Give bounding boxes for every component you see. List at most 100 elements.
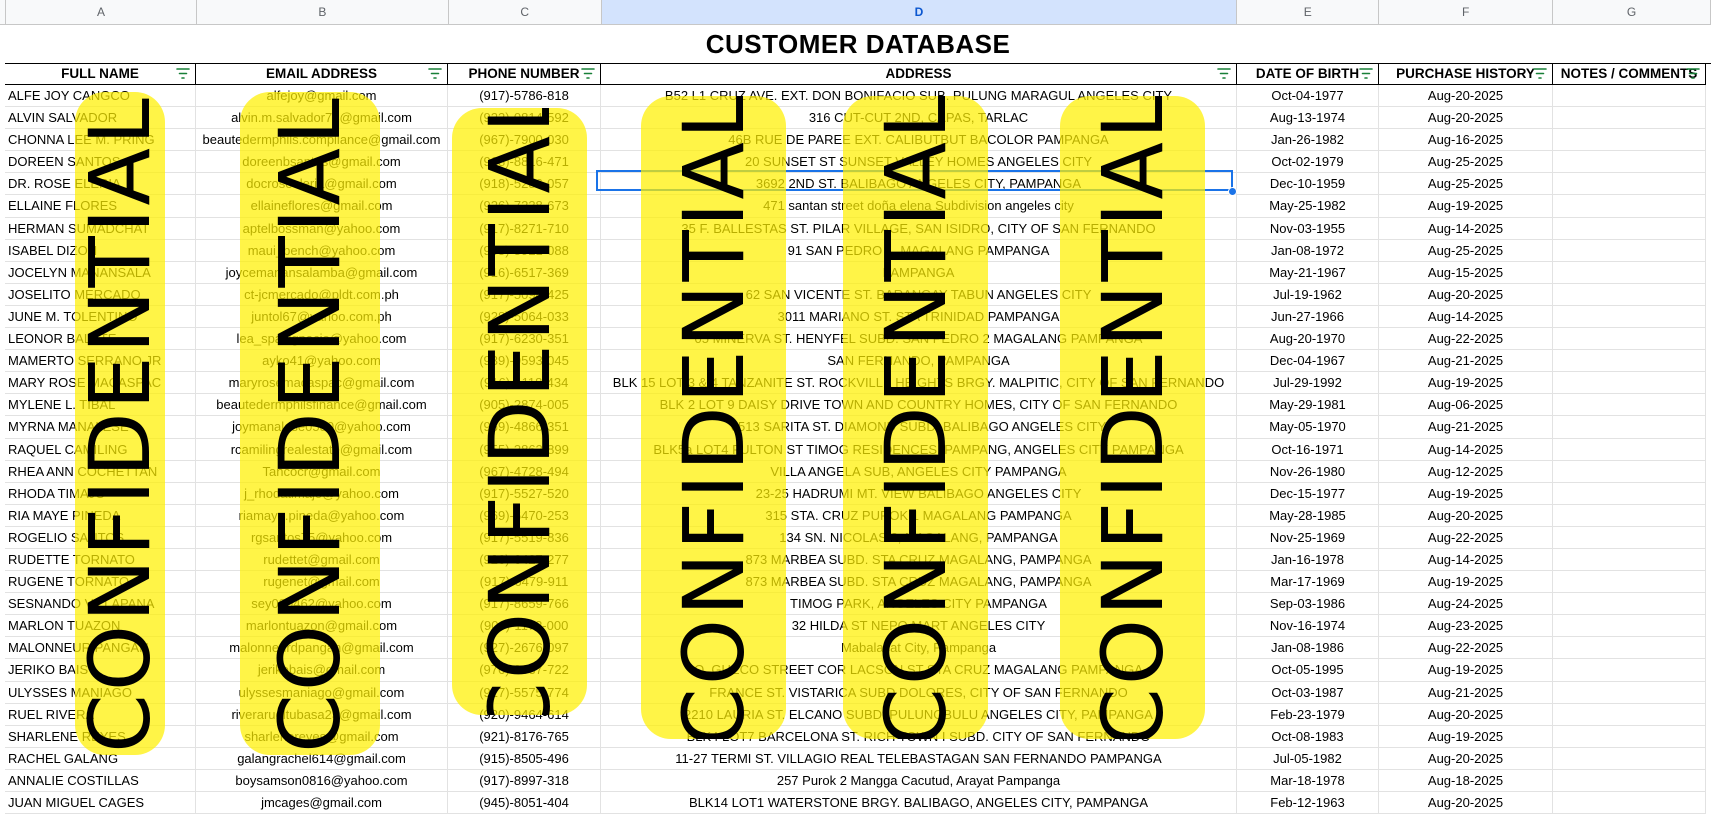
cell-address[interactable]: VILLA ANGELA SUB, ANGELES CITY PAMPANGA <box>601 460 1237 482</box>
cell-full-name[interactable]: RHEA ANN COCHETTAN <box>5 460 196 482</box>
cell-address[interactable]: BLK 2 LOT 9 DAISY DRIVE TOWN AND COUNTRY… <box>601 394 1237 416</box>
cell-address[interactable]: 91 SAN PEDRO 1, MAGALANG PAMPANGA <box>601 239 1237 261</box>
cell-full-name[interactable]: RUDETTE TORNATO <box>5 548 196 571</box>
cell-purchase-history[interactable]: Aug-21-2025 <box>1379 681 1553 703</box>
cell-date-of-birth[interactable]: Oct-05-1995 <box>1237 659 1379 681</box>
cell-email[interactable]: malonneurdpangan@gmail.com <box>196 637 448 659</box>
cell-address[interactable]: 2210 LAURIA ST. ELCANO SUBD. PULUNGBULU … <box>601 703 1237 725</box>
cell-date-of-birth[interactable]: Nov-03-1955 <box>1237 217 1379 239</box>
column-header-e[interactable]: E <box>1237 0 1380 24</box>
cell-date-of-birth[interactable]: Oct-02-1979 <box>1237 151 1379 173</box>
filter-icon[interactable] <box>1359 68 1373 79</box>
cell-notes[interactable] <box>1553 571 1706 593</box>
cell-email[interactable]: beautedermphilsfinance@gmail.com <box>196 394 448 416</box>
cell-email[interactable]: ct-jcmercado@pldt.com.ph <box>196 283 448 305</box>
cell-phone[interactable]: (969)-4866-351 <box>448 416 601 438</box>
cell-purchase-history[interactable]: Aug-20-2025 <box>1379 792 1553 814</box>
cell-date-of-birth[interactable]: Jul-05-1982 <box>1237 747 1379 769</box>
cell-email[interactable]: juntol67@yahoo.com.ph <box>196 305 448 328</box>
cell-full-name[interactable]: HERMAN SUMADCHAT <box>5 217 196 239</box>
cell-notes[interactable] <box>1553 305 1706 328</box>
filter-icon[interactable] <box>428 68 442 79</box>
cell-notes[interactable] <box>1553 328 1706 350</box>
cell-purchase-history[interactable]: Aug-20-2025 <box>1379 504 1553 526</box>
cell-date-of-birth[interactable]: May-28-1985 <box>1237 504 1379 526</box>
cell-address[interactable]: BLK 15 LOT 3 & 4 TANZANITE ST. ROCKVILLE… <box>601 372 1237 394</box>
cell-purchase-history[interactable]: Aug-12-2025 <box>1379 460 1553 482</box>
cell-full-name[interactable]: ALFE JOY CANGCO <box>5 85 196 107</box>
cell-phone[interactable]: (926)-7238-673 <box>448 195 601 217</box>
cell-notes[interactable] <box>1553 615 1706 637</box>
cell-phone[interactable]: (945)-8051-404 <box>448 792 601 814</box>
cell-phone[interactable]: (917)-8271-710 <box>448 217 601 239</box>
header-address[interactable]: ADDRESS <box>601 63 1237 84</box>
cell-full-name[interactable]: DR. ROSE ELERIA <box>5 173 196 195</box>
cell-phone[interactable]: (955)-3862-899 <box>448 438 601 460</box>
cell-phone[interactable]: (916)-4118-434 <box>448 372 601 394</box>
cell-notes[interactable] <box>1553 482 1706 504</box>
cell-address[interactable]: 35 F. BALLESTAS ST. PILAR VILLAGE, SAN I… <box>601 217 1237 239</box>
cell-phone[interactable]: (917)-5786-818 <box>448 85 601 107</box>
cell-date-of-birth[interactable]: May-25-1982 <box>1237 195 1379 217</box>
cell-purchase-history[interactable]: Aug-20-2025 <box>1379 85 1553 107</box>
header-notes[interactable]: NOTES / COMMENTS <box>1553 63 1706 84</box>
cell-date-of-birth[interactable]: Feb-23-1979 <box>1237 703 1379 725</box>
cell-phone[interactable]: (917)-5519-836 <box>448 526 601 548</box>
cell-date-of-birth[interactable]: Jul-19-1962 <box>1237 283 1379 305</box>
cell-date-of-birth[interactable]: Mar-18-1978 <box>1237 769 1379 791</box>
filter-icon[interactable] <box>1533 68 1547 79</box>
cell-address[interactable]: 873 MARBEA SUBD. STA CRUZ MAGALANG, PAMP… <box>601 548 1237 571</box>
cell-purchase-history[interactable]: Aug-19-2025 <box>1379 725 1553 747</box>
cell-purchase-history[interactable]: Aug-15-2025 <box>1379 261 1553 283</box>
cell-email[interactable]: alfejoy@gmail.com <box>196 85 448 107</box>
cell-email[interactable]: rugenet@gmail.com <box>196 571 448 593</box>
cell-purchase-history[interactable]: Aug-20-2025 <box>1379 107 1553 129</box>
cell-phone[interactable]: (969)-6470-253 <box>448 504 601 526</box>
cell-phone[interactable]: (905)-2874-005 <box>448 394 601 416</box>
cell-address[interactable]: BLK4 LOT7 BARCELONA ST. RICH TOWN I SUBD… <box>601 725 1237 747</box>
cell-phone[interactable]: (917)-5527-520 <box>448 482 601 504</box>
cell-notes[interactable] <box>1553 637 1706 659</box>
cell-phone[interactable]: (917)-5575-774 <box>448 681 601 703</box>
cell-purchase-history[interactable]: Aug-22-2025 <box>1379 328 1553 350</box>
cell-email[interactable]: rudettet@gmail.com <box>196 548 448 571</box>
cell-email[interactable]: joymanalese0580@yahoo.com <box>196 416 448 438</box>
filter-icon[interactable] <box>1217 68 1231 79</box>
cell-date-of-birth[interactable]: Nov-26-1980 <box>1237 460 1379 482</box>
cell-address[interactable]: 316 CUT-CUT 2ND, CAPAS, TARLAC <box>601 107 1237 129</box>
cell-date-of-birth[interactable]: Aug-13-1974 <box>1237 107 1379 129</box>
cell-email[interactable]: j_rhodatimajo@yahoo.com <box>196 482 448 504</box>
cell-email[interactable]: joycemanansalamba@gmail.com <box>196 261 448 283</box>
cell-purchase-history[interactable]: Aug-14-2025 <box>1379 217 1553 239</box>
cell-email[interactable]: doreenbsantos@gmail.com <box>196 151 448 173</box>
cell-phone[interactable]: (906)-1173-000 <box>448 615 601 637</box>
cell-notes[interactable] <box>1553 261 1706 283</box>
cell-date-of-birth[interactable]: Mar-17-1969 <box>1237 571 1379 593</box>
cell-full-name[interactable]: JUNE M. TOLENTINO <box>5 305 196 328</box>
cell-date-of-birth[interactable]: Dec-04-1967 <box>1237 350 1379 372</box>
cell-phone[interactable]: (917)-6230-351 <box>448 328 601 350</box>
cell-notes[interactable] <box>1553 548 1706 571</box>
cell-email[interactable]: sey090462@yahoo.com <box>196 593 448 615</box>
cell-phone[interactable]: (923)-0814-592 <box>448 107 601 129</box>
cell-email[interactable]: jmcages@gmail.com <box>196 792 448 814</box>
cell-phone[interactable]: (905)-5921-088 <box>448 239 601 261</box>
cell-date-of-birth[interactable]: Dec-15-1977 <box>1237 482 1379 504</box>
cell-full-name[interactable]: SHARLENE REYES <box>5 725 196 747</box>
cell-date-of-birth[interactable]: Jan-08-1972 <box>1237 239 1379 261</box>
cell-notes[interactable] <box>1553 460 1706 482</box>
cell-notes[interactable] <box>1553 217 1706 239</box>
cell-full-name[interactable]: MALONNEUR PANGAN <box>5 637 196 659</box>
cell-address[interactable]: 05 MINERVA ST. HENYFEL SUBD. SAN PEDRO 2… <box>601 328 1237 350</box>
cell-notes[interactable] <box>1553 747 1706 769</box>
cell-address[interactable]: 6513 SARITA ST. DIAMOND SUBD. BALIBAGO A… <box>601 416 1237 438</box>
cell-purchase-history[interactable]: Aug-19-2025 <box>1379 372 1553 394</box>
cell-date-of-birth[interactable]: Oct-16-1971 <box>1237 438 1379 460</box>
cell-address[interactable]: Mabalacat City, Pampanga <box>601 637 1237 659</box>
header-full-name[interactable]: FULL NAME <box>5 63 196 84</box>
fill-handle[interactable] <box>1228 187 1237 196</box>
cell-full-name[interactable]: CHONNA LEE M. PRING <box>5 129 196 151</box>
cell-phone[interactable]: (968)-8816-471 <box>448 151 601 173</box>
cell-full-name[interactable]: MARY ROSE MACASPAC <box>5 372 196 394</box>
cell-full-name[interactable]: MYRNA MANALESE <box>5 416 196 438</box>
